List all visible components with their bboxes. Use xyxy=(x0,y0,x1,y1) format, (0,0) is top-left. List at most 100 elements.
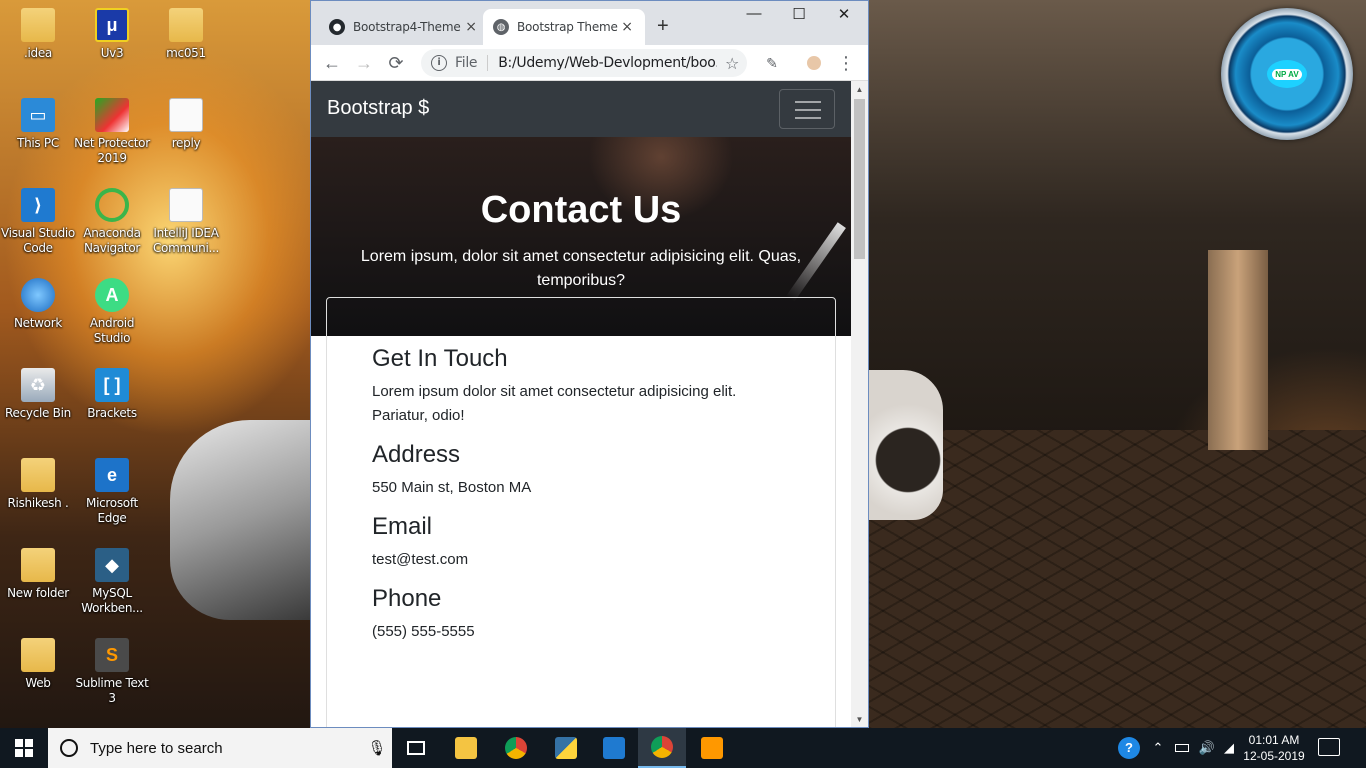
chrome-icon xyxy=(505,737,527,759)
uv3-icon: μ xyxy=(95,8,129,42)
profile-avatar[interactable] xyxy=(803,52,825,74)
battery-tray-icon[interactable] xyxy=(1172,728,1192,768)
desktop-icon-uv3[interactable]: μ Uv3 xyxy=(74,0,150,61)
new-tab-button[interactable]: + xyxy=(657,15,669,38)
volume-tray-icon[interactable]: 🔊 xyxy=(1196,728,1218,768)
taskbar-vscode[interactable] xyxy=(590,728,638,768)
desktop-icon-recycle-bin[interactable]: ♻ Recycle Bin xyxy=(0,360,76,421)
contact-card-body: Get In Touch Lorem ipsum dolor sit amet … xyxy=(372,346,795,658)
navbar-toggler-button[interactable] xyxy=(779,89,835,129)
page-scrollbar[interactable]: ▲ ▼ xyxy=(851,81,868,727)
address-bar[interactable]: i File B:/Udemy/Web-Devlopment/boo... ☆ xyxy=(421,49,747,77)
taskbar-search-box[interactable]: Type here to search 🎙 xyxy=(48,728,392,768)
taskbar-file-explorer[interactable] xyxy=(442,728,490,768)
chevron-up-icon: ⌃ xyxy=(1152,740,1164,755)
help-icon: ? xyxy=(1118,737,1140,759)
desktop-icon-web[interactable]: Web xyxy=(0,630,76,691)
desktop-icon-sublime[interactable]: S Sublime Text 3 xyxy=(74,630,150,706)
desktop-icon-vscode[interactable]: ⟩ Visual Studio Code xyxy=(0,180,76,256)
network-icon xyxy=(21,278,55,312)
bookmark-star-icon[interactable]: ☆ xyxy=(717,54,747,73)
minimize-button[interactable]: — xyxy=(731,5,777,22)
email-value: test@test.com xyxy=(372,551,469,568)
sublime-text-icon xyxy=(701,737,723,759)
network-tray-icon[interactable]: ◢ xyxy=(1220,728,1238,768)
navbar-brand[interactable]: Bootstrap $ xyxy=(327,97,429,120)
taskbar-clock[interactable]: 01:01 AM 12-05-2019 xyxy=(1240,732,1308,764)
contact-card: Get In Touch Lorem ipsum dolor sit amet … xyxy=(326,297,836,727)
clock-time: 01:01 AM xyxy=(1248,733,1300,747)
brackets-icon: [ ] xyxy=(95,368,129,402)
hamburger-icon xyxy=(795,101,821,103)
browser-toolbar: ← → ⟳ i File B:/Udemy/Web-Devlopment/boo… xyxy=(311,45,868,81)
net-protector-icon xyxy=(95,98,129,132)
taskbar: Type here to search 🎙 ? ⌃ 🔊 ◢ 01:01 AM 1… xyxy=(0,728,1366,768)
url-text[interactable]: B:/Udemy/Web-Devlopment/boo... xyxy=(498,55,717,71)
hero-subtitle: Lorem ipsum, dolor sit amet consectetur … xyxy=(360,248,802,289)
folder-icon xyxy=(169,8,203,42)
anaconda-icon xyxy=(95,188,129,222)
python-icon xyxy=(555,737,577,759)
url-scheme: File xyxy=(455,55,489,71)
desktop-icon-this-pc[interactable]: ▭ This PC xyxy=(0,90,76,151)
desktop-icon-mysql[interactable]: ◆ MySQL Workben... xyxy=(74,540,150,616)
taskbar-chrome-active[interactable] xyxy=(638,728,686,768)
chrome-menu-icon[interactable]: ⋮ xyxy=(835,52,857,74)
battery-icon xyxy=(1175,744,1189,752)
email-heading: Email xyxy=(372,513,433,540)
desktop-icon-net-protector[interactable]: Net Protector 2019 xyxy=(74,90,150,166)
taskbar-chrome[interactable] xyxy=(492,728,540,768)
close-tab-icon[interactable]: × xyxy=(463,19,479,35)
desktop-icon-new-folder[interactable]: New folder xyxy=(0,540,76,601)
microphone-icon[interactable]: 🎙 xyxy=(362,739,392,757)
get-in-touch-heading: Get In Touch xyxy=(372,345,508,372)
sublime-text-icon: S xyxy=(95,638,129,672)
folder-icon xyxy=(21,638,55,672)
scrollbar-thumb[interactable] xyxy=(854,99,865,259)
address-heading: Address xyxy=(372,441,461,468)
desktop-icon-reply[interactable]: reply xyxy=(148,90,224,151)
scroll-up-arrow-icon[interactable]: ▲ xyxy=(851,83,868,97)
tab-bootstrap-theme[interactable]: ◍ Bootstrap Theme × xyxy=(483,9,645,45)
taskbar-sublime[interactable] xyxy=(688,728,736,768)
desktop-icon-rishikesh[interactable]: Rishikesh . xyxy=(0,450,76,511)
address-value: 550 Main st, Boston MA xyxy=(372,479,532,496)
forward-button[interactable]: → xyxy=(353,52,375,74)
contact-intro: Lorem ipsum dolor sit amet consectetur a… xyxy=(372,383,737,424)
close-window-button[interactable]: ✕ xyxy=(821,5,867,23)
desktop-icon-idea[interactable]: .idea xyxy=(0,0,76,61)
npav-badge: NP AV xyxy=(1272,68,1302,80)
desktop-icon-android-studio[interactable]: A Android Studio xyxy=(74,270,150,346)
scroll-down-arrow-icon[interactable]: ▼ xyxy=(851,713,868,727)
phone-heading: Phone xyxy=(372,585,442,612)
wallpaper-car-front xyxy=(170,420,310,620)
site-navbar: Bootstrap $ xyxy=(311,81,851,137)
desktop-icon-network[interactable]: Network xyxy=(0,270,76,331)
reload-button[interactable]: ⟳ xyxy=(385,52,407,74)
back-button[interactable]: ← xyxy=(321,52,343,74)
close-tab-icon[interactable]: × xyxy=(619,19,635,35)
maximize-button[interactable]: ☐ xyxy=(776,5,822,23)
site-info-icon[interactable]: i xyxy=(431,55,447,71)
start-button[interactable] xyxy=(0,728,48,768)
tab-bootstrap4-theme[interactable]: ● Bootstrap4-Theme × xyxy=(319,9,489,45)
npav-widget[interactable]: NP AV xyxy=(1221,8,1353,140)
hamburger-icon xyxy=(795,117,821,119)
action-center-icon[interactable] xyxy=(1318,738,1340,756)
desktop-icon-mc051[interactable]: mc051 xyxy=(148,0,224,61)
taskbar-python[interactable] xyxy=(542,728,590,768)
user-folder-icon xyxy=(21,458,55,492)
task-view-button[interactable] xyxy=(392,728,440,768)
desktop-icon-brackets[interactable]: [ ] Brackets xyxy=(74,360,150,421)
show-hidden-icons-button[interactable]: ⌃ xyxy=(1148,728,1168,768)
desktop-icon-intellij[interactable]: IntelliJ IDEA Communi... xyxy=(148,180,224,256)
computer-icon: ▭ xyxy=(21,98,55,132)
chrome-window: ● Bootstrap4-Theme × ◍ Bootstrap Theme ×… xyxy=(310,0,869,728)
help-tray-button[interactable]: ? xyxy=(1116,728,1142,768)
desktop-icon-edge[interactable]: e Microsoft Edge xyxy=(74,450,150,526)
globe-icon: ◍ xyxy=(493,19,509,35)
recycle-bin-icon: ♻ xyxy=(21,368,55,402)
desktop-icon-anaconda[interactable]: Anaconda Navigator xyxy=(74,180,150,256)
android-studio-icon: A xyxy=(95,278,129,312)
extension-icon[interactable]: ✎ xyxy=(761,52,783,74)
